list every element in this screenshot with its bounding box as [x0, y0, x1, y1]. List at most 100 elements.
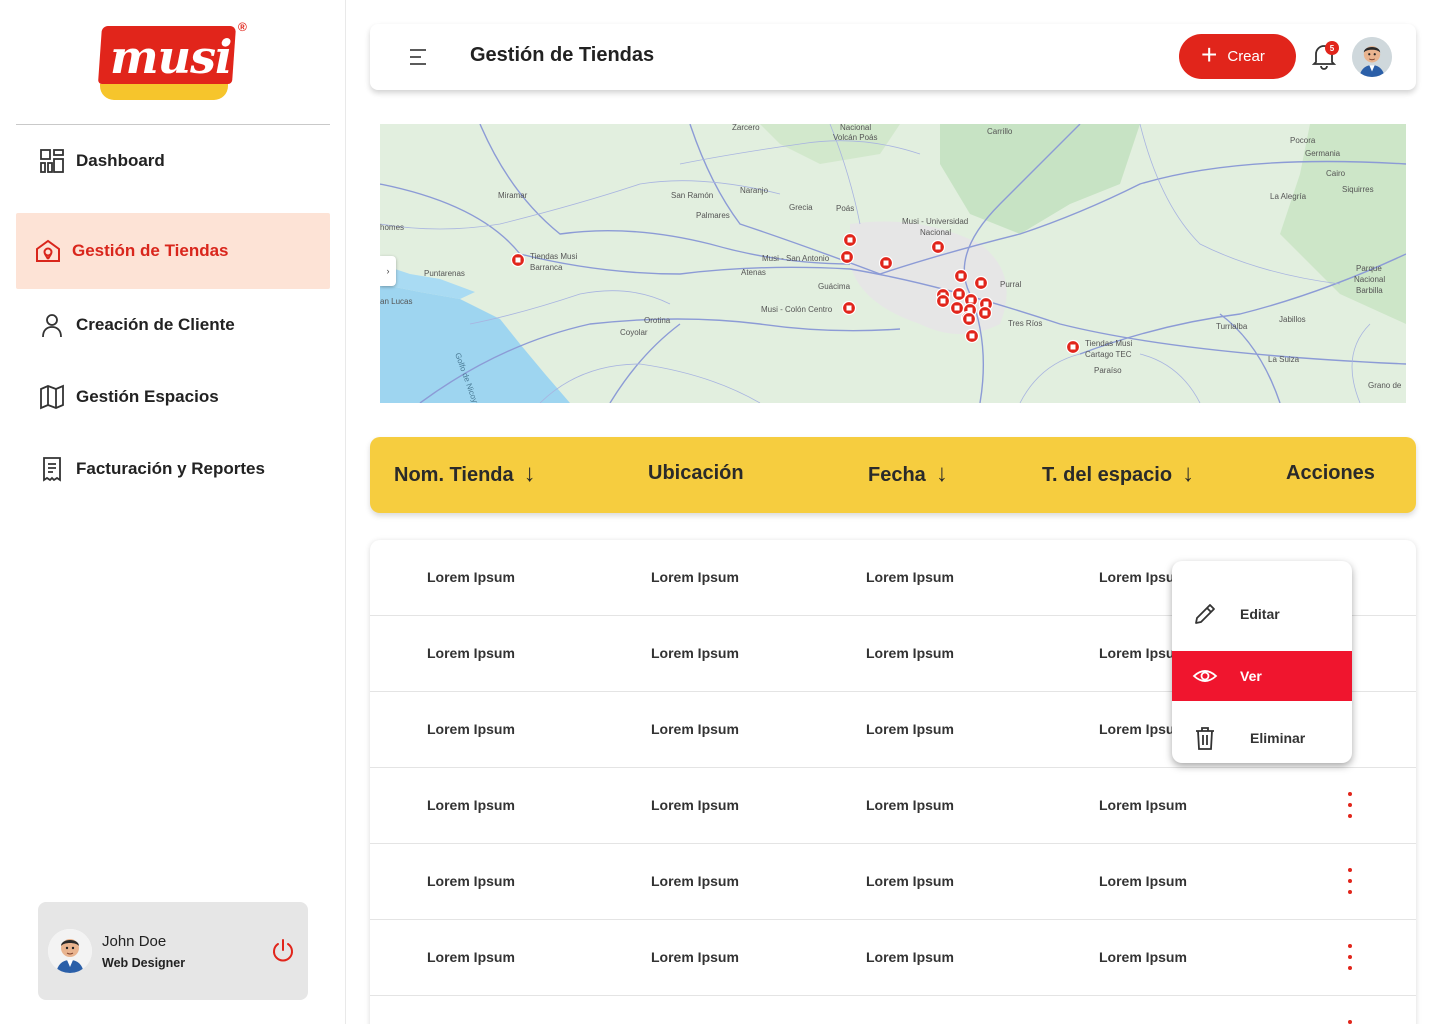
store-location-icon	[34, 237, 62, 265]
registered-mark: ®	[238, 20, 247, 34]
svg-text:Guácima: Guácima	[818, 282, 851, 291]
menu-item-editar[interactable]: Editar	[1172, 589, 1352, 639]
row-actions-kebab-icon[interactable]	[1340, 790, 1360, 820]
column-header-fecha[interactable]: Fecha ↓	[868, 460, 948, 488]
column-header-acciones: Acciones	[1286, 462, 1375, 485]
row-actions-kebab-icon[interactable]	[1340, 866, 1360, 896]
svg-text:Grano de: Grano de	[1368, 381, 1402, 390]
dashboard-icon	[38, 147, 66, 175]
svg-text:Miramar: Miramar	[498, 191, 528, 200]
svg-text:Tres Ríos: Tres Ríos	[1008, 319, 1042, 328]
cell-fecha: Lorem Ipsum	[866, 949, 954, 965]
store-pin-icon[interactable]	[964, 328, 980, 344]
store-pin-icon[interactable]	[1065, 339, 1081, 355]
svg-text:Paraíso: Paraíso	[1094, 366, 1122, 375]
column-label: Nom. Tienda	[394, 463, 514, 486]
cell-fecha: Lorem Ipsum	[866, 645, 954, 661]
svg-text:Coyolar: Coyolar	[620, 328, 648, 337]
logo-yellow-band	[100, 84, 228, 100]
svg-text:Jabillos: Jabillos	[1279, 315, 1306, 324]
store-pin-icon[interactable]	[935, 293, 951, 309]
cell-ubicacion: Lorem Ipsum	[651, 721, 739, 737]
svg-text:Cairo: Cairo	[1326, 169, 1346, 178]
cell-nom-tienda: Lorem Ipsum	[427, 873, 515, 889]
table-row[interactable]: Lorem Ipsum Lorem Ipsum Lorem Ipsum Lore…	[370, 920, 1416, 996]
store-pin-icon[interactable]	[841, 300, 857, 316]
store-pin-icon[interactable]	[961, 311, 977, 327]
app-root: musi ® Dashboard Gestión de Tiendas Crea…	[0, 0, 1440, 1024]
menu-item-ver[interactable]: Ver	[1172, 651, 1352, 701]
table-row[interactable]: Lorem Ipsum Lorem Ipsum Lorem Ipsum Lore…	[370, 768, 1416, 844]
svg-text:Musi - Universidad: Musi - Universidad	[902, 217, 968, 226]
column-header-nom-tienda[interactable]: Nom. Tienda ↓	[394, 460, 536, 488]
row-actions-kebab-icon[interactable]	[1340, 1018, 1360, 1024]
hamburger-menu-icon[interactable]	[408, 47, 430, 67]
map-panel-toggle[interactable]: ›	[380, 256, 396, 286]
top-header: Gestión de Tiendas + Crear 5	[370, 24, 1416, 90]
sidebar-item-dashboard[interactable]: Dashboard	[16, 133, 330, 189]
store-pin-icon[interactable]	[949, 300, 965, 316]
sidebar-item-gestion-espacios[interactable]: Gestión Espacios	[16, 369, 330, 425]
row-actions-kebab-icon[interactable]	[1340, 942, 1360, 972]
store-pin-icon[interactable]	[878, 255, 894, 271]
cell-nom-tienda: Lorem Ipsum	[427, 569, 515, 585]
svg-text:Musi - Colón Centro: Musi - Colón Centro	[761, 305, 833, 314]
sidebar-item-label: Facturación y Reportes	[76, 459, 265, 478]
svg-text:Puntarenas: Puntarenas	[424, 269, 465, 278]
plus-icon: +	[1201, 39, 1218, 70]
svg-text:La Suiza: La Suiza	[1268, 355, 1300, 364]
column-label: T. del espacio	[1042, 463, 1173, 486]
svg-text:Barbilla: Barbilla	[1356, 286, 1383, 295]
svg-text:Poás: Poás	[836, 204, 854, 213]
power-icon[interactable]	[270, 938, 296, 964]
svg-text:Pocora: Pocora	[1290, 136, 1316, 145]
svg-text:Turrialba: Turrialba	[1216, 322, 1248, 331]
svg-text:homes: homes	[380, 223, 404, 232]
stores-map[interactable]: Zarcero Nacional Volcán Poás Carrillo Poc…	[380, 124, 1406, 403]
avatar[interactable]	[48, 929, 92, 973]
store-pin-icon[interactable]	[973, 275, 989, 291]
page-title: Gestión de Tiendas	[470, 44, 655, 66]
user-role: Web Designer	[102, 956, 186, 970]
svg-text:Naranjo: Naranjo	[740, 186, 769, 195]
cell-nom-tienda: Lorem Ipsum	[427, 721, 515, 737]
musi-logo[interactable]: musi ®	[97, 20, 254, 104]
sidebar-item-facturacion-reportes[interactable]: Facturación y Reportes	[16, 441, 330, 497]
cell-fecha: Lorem Ipsum	[866, 873, 954, 889]
table-row[interactable]: Lorem Ipsum Lorem Ipsum Lorem Ipsum Lore…	[370, 844, 1416, 920]
table-row[interactable]	[370, 996, 1416, 1024]
sidebar: musi ® Dashboard Gestión de Tiendas Crea…	[0, 0, 346, 1024]
eye-icon	[1192, 663, 1218, 689]
svg-text:Parque: Parque	[1356, 264, 1382, 273]
column-header-ubicacion: Ubicación	[648, 462, 744, 485]
svg-text:Atenas: Atenas	[741, 268, 766, 277]
store-pin-icon[interactable]	[510, 252, 526, 268]
cell-tipo-espacio: Lorem Ipsum	[1099, 949, 1187, 965]
store-pin-icon[interactable]	[842, 232, 858, 248]
create-button-label: Crear	[1227, 48, 1265, 65]
store-pin-icon[interactable]	[930, 239, 946, 255]
menu-item-eliminar[interactable]: Eliminar	[1172, 713, 1352, 763]
svg-text:Purral: Purral	[1000, 280, 1022, 289]
svg-text:an Lucas: an Lucas	[380, 297, 412, 306]
store-pin-icon[interactable]	[977, 305, 993, 321]
sidebar-item-label: Gestión de Tiendas	[72, 241, 229, 260]
create-button[interactable]: + Crear	[1179, 34, 1296, 79]
store-pin-icon[interactable]	[839, 249, 855, 265]
header-avatar[interactable]	[1352, 37, 1392, 77]
sidebar-item-creacion-cliente[interactable]: Creación de Cliente	[16, 297, 330, 353]
sidebar-item-gestion-tiendas[interactable]: Gestión de Tiendas	[16, 213, 330, 289]
column-label: Ubicación	[648, 462, 744, 484]
svg-text:Grecia: Grecia	[789, 203, 813, 212]
map-canvas: Zarcero NacionalVolcán Poás Carrillo Poc…	[380, 124, 1406, 403]
svg-text:Volcán Poás: Volcán Poás	[833, 133, 877, 142]
svg-text:San Ramón: San Ramón	[671, 191, 713, 200]
column-label: Acciones	[1286, 462, 1375, 484]
user-card: John Doe Web Designer	[38, 902, 308, 1000]
column-header-tipo-espacio[interactable]: T. del espacio ↓	[1042, 460, 1194, 488]
cell-ubicacion: Lorem Ipsum	[651, 949, 739, 965]
svg-text:Siquirres: Siquirres	[1342, 185, 1374, 194]
trash-icon	[1192, 725, 1218, 751]
store-pin-icon[interactable]	[951, 286, 967, 302]
store-pin-icon[interactable]	[953, 268, 969, 284]
